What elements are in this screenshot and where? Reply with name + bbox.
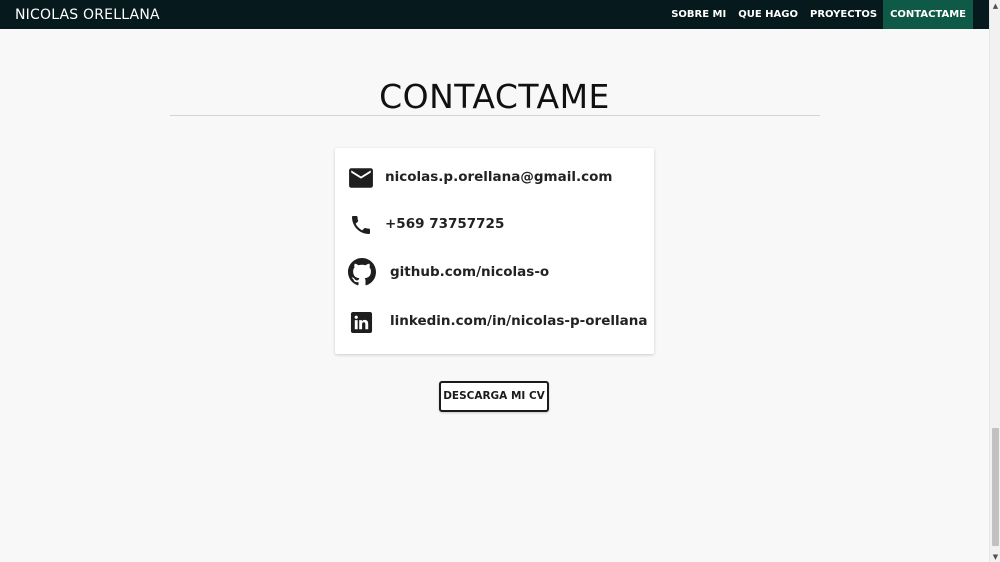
download-cv-button[interactable]: DESCARGA MI CV — [439, 381, 549, 412]
contact-github-link: github.com/nicolas-o — [390, 264, 550, 280]
contact-item-phone[interactable]: +569 73757725 — [335, 204, 654, 244]
nav-links: SOBRE MI QUE HAGO PROYECTOS CONTACTAME — [665, 0, 973, 29]
contact-item-email[interactable]: nicolas.p.orellana@gmail.com — [335, 157, 654, 197]
scroll-up-arrow-icon[interactable]: ▲ — [990, 0, 1000, 11]
title-divider — [170, 115, 820, 116]
scrollbar-thumb[interactable] — [992, 428, 999, 546]
contact-card: nicolas.p.orellana@gmail.com +569 737577… — [335, 148, 654, 354]
scroll-down-arrow-icon[interactable]: ▼ — [990, 551, 1000, 562]
page-title: CONTACTAME — [379, 77, 610, 116]
vertical-scrollbar[interactable]: ▲ ▼ — [989, 0, 1000, 562]
contact-item-github[interactable]: github.com/nicolas-o — [335, 252, 654, 292]
linkedin-icon — [349, 310, 373, 334]
navbar: NICOLAS ORELLANA SOBRE MI QUE HAGO PROYE… — [0, 0, 989, 29]
contact-item-linkedin[interactable]: linkedin.com/in/nicolas-p-orellana — [335, 301, 654, 341]
contact-phone-text: +569 73757725 — [385, 216, 505, 232]
nav-link-sobre-mi[interactable]: SOBRE MI — [665, 0, 732, 29]
contact-linkedin-link: linkedin.com/in/nicolas-p-orellana — [390, 313, 648, 329]
mail-icon — [348, 165, 374, 191]
brand-logo-text[interactable]: NICOLAS ORELLANA — [15, 0, 160, 29]
phone-icon — [348, 212, 374, 238]
nav-link-proyectos[interactable]: PROYECTOS — [804, 0, 883, 29]
contact-email-text: nicolas.p.orellana@gmail.com — [385, 169, 613, 185]
nav-link-contactame[interactable]: CONTACTAME — [883, 0, 973, 29]
nav-link-que-hago[interactable]: QUE HAGO — [732, 0, 804, 29]
github-icon — [348, 258, 376, 286]
contact-section: CONTACTAME nicolas.p.orellana@gmail.com … — [0, 29, 989, 562]
